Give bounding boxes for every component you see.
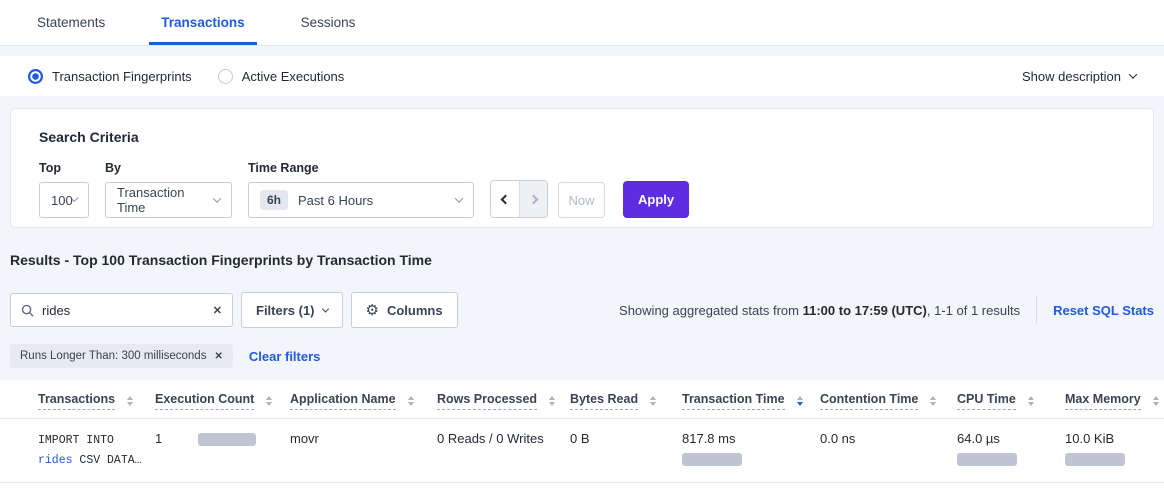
- chevron-left-icon: [500, 194, 510, 204]
- radio-active-executions[interactable]: Active Executions: [218, 69, 345, 84]
- sort-icon: [549, 396, 555, 406]
- time-prev-button[interactable]: [491, 181, 519, 217]
- tab-transactions[interactable]: Transactions: [149, 1, 256, 45]
- column-header-application-name[interactable]: Application Name: [290, 392, 414, 410]
- cpu-time-bar: [957, 453, 1017, 466]
- results-toolbar: ✕ Filters (1) ⚙ Columns Showing aggregat…: [10, 292, 1154, 328]
- sort-icon: [408, 396, 414, 406]
- chevron-right-icon: [529, 194, 539, 204]
- time-range-select[interactable]: 6h Past 6 Hours: [248, 182, 474, 218]
- columns-label: Columns: [387, 303, 443, 318]
- column-header-contention-time[interactable]: Contention Time: [820, 392, 936, 410]
- column-header-transactions[interactable]: Transactions: [38, 392, 133, 410]
- show-description-label: Show description: [1022, 69, 1121, 84]
- chevron-down-icon: [1129, 70, 1137, 78]
- search-clear-icon[interactable]: ✕: [213, 304, 222, 317]
- contention-time-cell: 0.0 ns: [820, 419, 957, 483]
- radio-label: Transaction Fingerprints: [52, 69, 192, 84]
- filter-chip: Runs Longer Than: 300 milliseconds ✕: [10, 344, 233, 368]
- chevron-down-icon: [321, 305, 328, 312]
- rows-processed-cell: 0 Reads / 0 Writes: [437, 419, 570, 483]
- table-row: IMPORT INTO rides CSV DATA… 1 movr 0 Rea…: [0, 419, 1164, 483]
- search-icon: [21, 304, 34, 317]
- cpu-time-cell: 64.0 µs: [957, 419, 1065, 483]
- chip-remove-icon[interactable]: ✕: [214, 351, 222, 362]
- stats-range: 11:00 to 17:59 (UTC): [803, 303, 927, 318]
- top-select[interactable]: 100: [39, 182, 89, 218]
- columns-button[interactable]: ⚙ Columns: [351, 292, 458, 328]
- time-range-label: Time Range: [248, 161, 474, 175]
- clear-filters-link[interactable]: Clear filters: [249, 349, 321, 364]
- divider: [1036, 296, 1037, 324]
- by-select-value: Transaction Time: [117, 185, 214, 215]
- reset-sql-stats-link[interactable]: Reset SQL Stats: [1053, 303, 1154, 318]
- results-table-card: Transactions Execution Count Application…: [0, 380, 1164, 501]
- now-button[interactable]: Now: [558, 182, 605, 218]
- column-header-transaction-time[interactable]: Transaction Time: [682, 392, 803, 410]
- by-label: By: [105, 161, 232, 175]
- application-name-cell: movr: [290, 419, 437, 483]
- transaction-fingerprint[interactable]: IMPORT INTO rides CSV DATA…: [38, 431, 147, 470]
- max-memory-bar: [1065, 453, 1125, 466]
- transaction-time-cell: 817.8 ms: [682, 419, 820, 483]
- results-heading: Results - Top 100 Transaction Fingerprin…: [10, 252, 1154, 268]
- sort-desc-icon: [797, 396, 803, 406]
- sort-icon: [1028, 396, 1034, 406]
- column-header-bytes-read[interactable]: Bytes Read: [570, 392, 656, 410]
- column-header-rows-processed[interactable]: Rows Processed: [437, 392, 555, 410]
- search-box: ✕: [10, 293, 233, 327]
- bytes-read-cell: 0 B: [570, 419, 682, 483]
- time-nav-group: [490, 180, 548, 218]
- top-select-value: 100: [51, 193, 73, 208]
- gear-icon: ⚙: [366, 301, 379, 319]
- time-next-button[interactable]: [519, 181, 547, 217]
- execution-count-bar: [198, 433, 256, 446]
- filters-button[interactable]: Filters (1): [241, 292, 343, 328]
- tab-statements[interactable]: Statements: [25, 1, 117, 45]
- time-range-badge: 6h: [260, 190, 288, 210]
- tab-sessions[interactable]: Sessions: [289, 1, 368, 45]
- sort-icon: [650, 396, 656, 406]
- radio-unselected-icon: [218, 69, 233, 84]
- radio-selected-icon: [28, 69, 43, 84]
- radio-label: Active Executions: [242, 69, 345, 84]
- view-mode-bar: Transaction Fingerprints Active Executio…: [0, 56, 1164, 96]
- max-memory-cell: 10.0 KiB: [1065, 419, 1164, 483]
- sort-icon: [127, 396, 133, 406]
- show-description-toggle[interactable]: Show description: [1022, 69, 1136, 84]
- radio-transaction-fingerprints[interactable]: Transaction Fingerprints: [28, 69, 192, 84]
- time-range-value: Past 6 Hours: [298, 193, 373, 208]
- search-criteria-card: Search Criteria Top 100 By Transaction T…: [10, 108, 1154, 228]
- apply-button[interactable]: Apply: [623, 181, 689, 218]
- column-header-max-memory[interactable]: Max Memory: [1065, 392, 1159, 410]
- page-tabs: Statements Transactions Sessions: [0, 0, 1164, 46]
- stats-summary: Showing aggregated stats from 11:00 to 1…: [619, 296, 1154, 324]
- execution-count-cell: 1: [155, 431, 282, 446]
- transaction-link[interactable]: rides: [38, 454, 73, 467]
- filter-chip-row: Runs Longer Than: 300 milliseconds ✕ Cle…: [10, 344, 1154, 368]
- filters-label: Filters (1): [256, 303, 315, 318]
- sort-icon: [1153, 396, 1159, 406]
- chevron-down-icon: [213, 194, 221, 202]
- filter-chip-label: Runs Longer Than: 300 milliseconds: [20, 350, 206, 362]
- top-label: Top: [39, 161, 89, 175]
- search-input[interactable]: [42, 303, 213, 318]
- sort-icon: [930, 396, 936, 406]
- table-header-row: Transactions Execution Count Application…: [0, 380, 1164, 419]
- by-select[interactable]: Transaction Time: [105, 182, 232, 218]
- search-criteria-title: Search Criteria: [39, 129, 1125, 145]
- results-table: Transactions Execution Count Application…: [0, 380, 1164, 483]
- stats-suffix: , 1-1 of 1 results: [927, 303, 1020, 318]
- sort-icon: [266, 396, 272, 406]
- column-header-cpu-time[interactable]: CPU Time: [957, 392, 1034, 410]
- transaction-time-bar: [682, 453, 742, 466]
- chevron-down-icon: [455, 194, 463, 202]
- stats-prefix: Showing aggregated stats from: [619, 303, 803, 318]
- column-header-execution-count[interactable]: Execution Count: [155, 392, 272, 410]
